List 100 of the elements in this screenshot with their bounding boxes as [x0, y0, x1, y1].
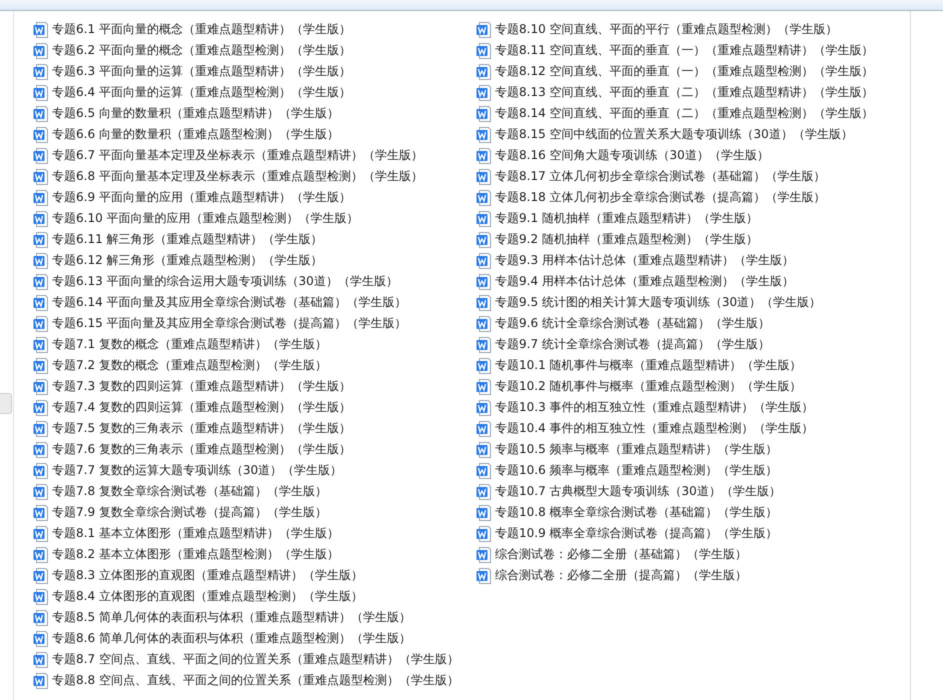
file-name[interactable]: 专题10.8 概率全章综合测试卷（基础篇）（学生版） [495, 505, 778, 520]
document-icon [476, 210, 492, 226]
file-name[interactable]: 专题7.4 复数的四则运算（重难点题型检测）（学生版） [52, 400, 351, 415]
file-name[interactable]: 专题10.7 古典概型大题专项训练（30道）（学生版） [495, 484, 781, 499]
file-name[interactable]: 专题7.8 复数全章综合测试卷（基础篇）（学生版） [52, 484, 327, 499]
file-name[interactable]: 专题8.4 立体图形的直观图（重难点题型检测）（学生版） [52, 589, 363, 604]
file-name[interactable]: 综合测试卷：必修二全册（基础篇）（学生版） [495, 547, 747, 562]
file-name[interactable]: 专题6.1 平面向量的概念（重难点题型精讲）（学生版） [52, 22, 351, 37]
document-icon [33, 210, 49, 226]
file-name[interactable]: 专题7.7 复数的运算大题专项训练（30道）（学生版） [52, 463, 342, 478]
document-icon [476, 526, 492, 542]
file-name[interactable]: 专题6.8 平面向量基本定理及坐标表示（重难点题型检测）（学生版） [52, 169, 423, 184]
document-icon [33, 672, 49, 688]
file-name[interactable]: 专题7.9 复数全章综合测试卷（提高篇）（学生版） [52, 505, 327, 520]
file-name[interactable]: 专题8.17 立体几何初步全章综合测试卷（基础篇）（学生版） [495, 169, 826, 184]
document-icon [476, 358, 492, 374]
file-name[interactable]: 专题9.3 用样本估计总体（重难点题型精讲）（学生版） [495, 253, 794, 268]
document-icon [33, 126, 49, 142]
file-name[interactable]: 专题8.7 空间点、直线、平面之间的位置关系（重难点题型精讲）（学生版） [52, 652, 459, 667]
file-name[interactable]: 专题8.11 空间直线、平面的垂直（一）（重难点题型精讲）（学生版） [495, 43, 874, 58]
document-icon [33, 462, 49, 478]
document-icon [476, 42, 492, 58]
document-icon [476, 22, 492, 38]
document-icon [33, 420, 49, 436]
document-icon [476, 378, 492, 394]
document-icon [33, 64, 49, 80]
file-name[interactable]: 综合测试卷：必修二全册（提高篇）（学生版） [495, 568, 747, 583]
document-icon [476, 336, 492, 352]
file-name[interactable]: 专题6.13 平面向量的综合运用大题专项训练（30道）（学生版） [52, 274, 398, 289]
document-icon [33, 274, 49, 290]
document-icon [33, 190, 49, 206]
document-icon [33, 294, 49, 310]
file-name[interactable]: 专题9.4 用样本估计总体（重难点题型检测）（学生版） [495, 274, 794, 289]
document-icon [476, 148, 492, 164]
file-name[interactable]: 专题8.2 基本立体图形（重难点题型检测）（学生版） [52, 547, 339, 562]
file-name[interactable]: 专题9.1 随机抽样（重难点题型精讲）（学生版） [495, 211, 758, 226]
file-name[interactable]: 专题6.9 平面向量的应用（重难点题型精讲）（学生版） [52, 190, 351, 205]
file-name[interactable]: 专题6.11 解三角形（重难点题型精讲）（学生版） [52, 232, 323, 247]
file-name[interactable]: 专题8.3 立体图形的直观图（重难点题型精讲）（学生版） [52, 568, 363, 583]
document-icon [476, 316, 492, 332]
file-name[interactable]: 专题9.6 统计全章综合测试卷（基础篇）（学生版） [495, 316, 770, 331]
document-icon [33, 442, 49, 458]
file-name[interactable]: 专题7.1 复数的概念（重难点题型精讲）（学生版） [52, 337, 327, 352]
file-name[interactable]: 专题7.6 复数的三角表示（重难点题型检测）（学生版） [52, 442, 351, 457]
document-icon [476, 504, 492, 520]
document-icon [33, 22, 49, 38]
document-icon [33, 526, 49, 542]
file-name[interactable]: 专题8.1 基本立体图形（重难点题型精讲）（学生版） [52, 526, 339, 541]
file-name[interactable]: 专题8.13 空间直线、平面的垂直（二）（重难点题型精讲）（学生版） [495, 85, 874, 100]
file-name[interactable]: 专题10.2 随机事件与概率（重难点题型检测）（学生版） [495, 379, 802, 394]
file-name[interactable]: 专题10.3 事件的相互独立性（重难点题型精讲）（学生版） [495, 400, 814, 415]
document-icon [476, 190, 492, 206]
file-name[interactable]: 专题6.4 平面向量的运算（重难点题型检测）（学生版） [52, 85, 351, 100]
file-name[interactable]: 专题8.18 立体几何初步全章综合测试卷（提高篇）（学生版） [495, 190, 826, 205]
file-name[interactable]: 专题10.6 频率与概率（重难点题型检测）（学生版） [495, 463, 778, 478]
file-name[interactable]: 专题9.7 统计全章综合测试卷（提高篇）（学生版） [495, 337, 770, 352]
file-name[interactable]: 专题8.12 空间直线、平面的垂直（一）（重难点题型检测）（学生版） [495, 64, 874, 79]
file-name[interactable]: 专题8.10 空间直线、平面的平行（重难点题型检测）（学生版） [495, 22, 838, 37]
file-name[interactable]: 专题8.16 空间角大题专项训练（30道）（学生版） [495, 148, 769, 163]
file-name[interactable]: 专题6.15 平面向量及其应用全章综合测试卷（提高篇）（学生版） [52, 316, 407, 331]
document-icon [33, 568, 49, 584]
document-icon [476, 168, 492, 184]
file-name[interactable]: 专题6.2 平面向量的概念（重难点题型检测）（学生版） [52, 43, 351, 58]
file-name[interactable]: 专题8.5 简单几何体的表面积与体积（重难点题型精讲）（学生版） [52, 610, 411, 625]
file-name[interactable]: 专题7.3 复数的四则运算（重难点题型精讲）（学生版） [52, 379, 351, 394]
file-name[interactable]: 专题8.6 简单几何体的表面积与体积（重难点题型检测）（学生版） [52, 631, 411, 646]
document-icon [33, 148, 49, 164]
document-icon [33, 610, 49, 626]
document-icon [33, 358, 49, 374]
file-name[interactable]: 专题10.1 随机事件与概率（重难点题型精讲）（学生版） [495, 358, 802, 373]
file-name[interactable]: 专题9.5 统计图的相关计算大题专项训练（30道）（学生版） [495, 295, 822, 310]
document-icon [476, 442, 492, 458]
document-icon [476, 252, 492, 268]
file-name[interactable]: 专题6.14 平面向量及其应用全章综合测试卷（基础篇）（学生版） [52, 295, 407, 310]
document-icon [33, 630, 49, 646]
document-icon [476, 274, 492, 290]
document-icon [476, 400, 492, 416]
file-name[interactable]: 专题8.14 空间直线、平面的垂直（二）（重难点题型检测）（学生版） [495, 106, 874, 121]
document-icon [33, 106, 49, 122]
file-name[interactable]: 专题6.12 解三角形（重难点题型检测）（学生版） [52, 253, 323, 268]
file-name[interactable]: 专题6.3 平面向量的运算（重难点题型精讲）（学生版） [52, 64, 351, 79]
file-name[interactable]: 专题6.7 平面向量基本定理及坐标表示（重难点题型精讲）（学生版） [52, 148, 423, 163]
document-icon [476, 484, 492, 500]
file-name[interactable]: 专题10.5 频率与概率（重难点题型精讲）（学生版） [495, 442, 778, 457]
file-name[interactable]: 专题8.8 空间点、直线、平面之间的位置关系（重难点题型检测）（学生版） [52, 673, 459, 688]
file-name[interactable]: 专题10.9 概率全章综合测试卷（提高篇）（学生版） [495, 526, 778, 541]
file-name[interactable]: 专题6.5 向量的数量积（重难点题型精讲）（学生版） [52, 106, 339, 121]
document-icon [33, 546, 49, 562]
file-name[interactable]: 专题9.2 随机抽样（重难点题型检测）（学生版） [495, 232, 758, 247]
file-name[interactable]: 专题8.15 空间中线面的位置关系大题专项训练（30道）（学生版） [495, 127, 853, 142]
file-name[interactable]: 专题7.5 复数的三角表示（重难点题型精讲）（学生版） [52, 421, 351, 436]
document-icon [476, 568, 492, 584]
pane-handle[interactable] [0, 393, 12, 414]
file-name[interactable]: 专题10.4 事件的相互独立性（重难点题型检测）（学生版） [495, 421, 814, 436]
document-icon [476, 546, 492, 562]
document-icon [33, 652, 49, 668]
file-name[interactable]: 专题6.10 平面向量的应用（重难点题型检测）（学生版） [52, 211, 359, 226]
file-name[interactable]: 专题7.2 复数的概念（重难点题型检测）（学生版） [52, 358, 327, 373]
document-icon [33, 84, 49, 100]
file-name[interactable]: 专题6.6 向量的数量积（重难点题型检测）（学生版） [52, 127, 339, 142]
